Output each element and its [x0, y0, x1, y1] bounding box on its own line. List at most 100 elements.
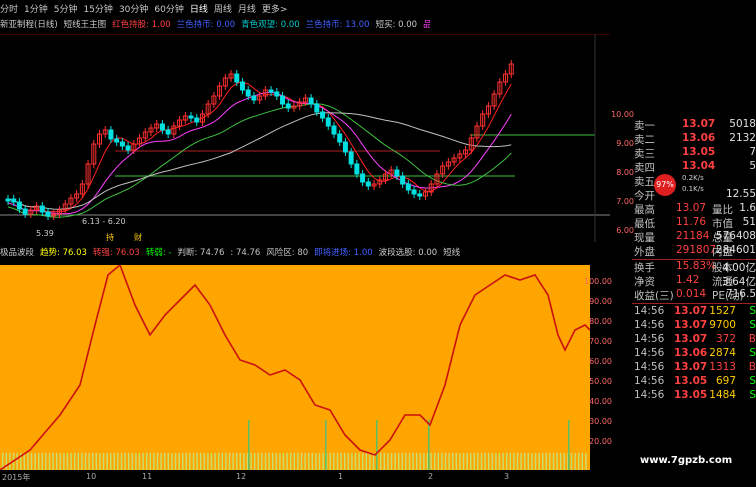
- osc-bar: [200, 453, 202, 470]
- osc-bar: [383, 453, 385, 470]
- candle: [365, 181, 371, 187]
- osc-bar: [387, 453, 389, 470]
- tab-2[interactable]: 5分钟: [54, 5, 78, 15]
- tick-price: 13.05: [674, 375, 708, 387]
- osc-bar: [531, 453, 533, 470]
- tick-time: 14:56: [634, 375, 665, 387]
- candle: [394, 169, 400, 177]
- osc-bar: [52, 453, 54, 470]
- osc-indicator-7: 即将进场: 1.00: [314, 248, 373, 258]
- osc-bar: [5, 453, 7, 470]
- tab-3[interactable]: 15分钟: [83, 5, 112, 15]
- tab-8[interactable]: 月线: [238, 5, 256, 15]
- osc-bar: [9, 453, 11, 470]
- candle: [417, 193, 423, 197]
- osc-bar: [419, 453, 421, 470]
- tick-vol: 1313: [709, 361, 736, 373]
- candle: [119, 141, 125, 147]
- date-tick: 2: [428, 472, 434, 481]
- osc-bar: [192, 453, 195, 470]
- osc-tick: 60.00: [589, 357, 612, 366]
- stat-row: 最低 11.76 市值 51: [632, 216, 756, 230]
- osc-bar: [214, 453, 216, 470]
- stat-value: 11.76: [676, 216, 707, 228]
- osc-bar: [207, 453, 209, 470]
- tab-4[interactable]: 30分钟: [119, 5, 148, 15]
- osc-bar: [228, 453, 231, 470]
- osc-bar: [164, 453, 166, 470]
- osc-indicator-3: 转弱: -: [145, 248, 172, 258]
- osc-bar: [243, 453, 245, 470]
- osc-bar: [210, 453, 213, 470]
- osc-bar: [236, 453, 238, 470]
- stat-value: 15.83%: [676, 260, 717, 272]
- osc-indicator-0: 极品波段: [0, 248, 35, 258]
- tick-row: 14:56 13.05 1484 S: [632, 389, 756, 403]
- tick-side: B: [748, 361, 756, 373]
- signal-bar: [325, 420, 327, 470]
- osc-bar: [333, 453, 335, 470]
- osc-bar: [124, 453, 126, 470]
- osc-bar: [581, 453, 583, 470]
- candle: [360, 173, 366, 183]
- osc-bar: [426, 453, 429, 470]
- candlestick-chart[interactable]: 5.39 6.13 - 6.20 持 财: [0, 34, 610, 242]
- sell-row: 卖一 13.07 5018: [632, 118, 756, 132]
- tick-row: 14:56 13.07 1313 B: [632, 361, 756, 375]
- stat-row: 现量 21184 总量 576408: [632, 230, 756, 244]
- osc-bar: [585, 453, 587, 470]
- period-tabs: 分时 1分钟 5分钟 15分钟 30分钟 60分钟 日线 周线 月线 更多>: [0, 2, 293, 15]
- osc-bar: [354, 453, 357, 470]
- tab-9[interactable]: 更多>: [262, 5, 288, 15]
- signal-bar: [376, 420, 378, 470]
- candle: [16, 201, 22, 210]
- osc-bar: [534, 453, 537, 470]
- osc-bar: [74, 453, 76, 470]
- osc-bar: [491, 453, 493, 470]
- osc-bar: [27, 453, 29, 470]
- osc-tick: 40.00: [589, 397, 612, 406]
- candle: [245, 89, 251, 97]
- osc-bar: [160, 453, 162, 470]
- stat-value-2: 1.6: [739, 202, 756, 214]
- candle: [325, 117, 331, 127]
- stat-value-2: 716.5: [725, 288, 756, 300]
- osc-bar: [275, 453, 277, 470]
- osc-bar: [232, 453, 234, 470]
- osc-bar: [322, 453, 324, 470]
- tab-5[interactable]: 60分钟: [154, 5, 183, 15]
- osc-bar: [473, 453, 475, 470]
- osc-bar: [365, 453, 367, 470]
- tab-1[interactable]: 1分钟: [24, 5, 48, 15]
- osc-bar: [509, 453, 511, 470]
- osc-bar: [362, 453, 364, 470]
- candle: [188, 115, 194, 119]
- osc-bar: [488, 453, 490, 470]
- stat-label: 最低: [634, 218, 655, 230]
- osc-bar: [268, 453, 270, 470]
- tick-side: S: [749, 319, 756, 331]
- tab-0[interactable]: 分时: [0, 5, 18, 15]
- tab-6[interactable]: 日线: [190, 5, 208, 15]
- osc-bar: [84, 453, 87, 470]
- osc-bar: [92, 453, 94, 470]
- osc-bar: [513, 453, 515, 470]
- sell-qty: 2132: [729, 132, 756, 144]
- signal-bar: [248, 420, 250, 470]
- osc-bar: [444, 453, 447, 470]
- osc-bar: [189, 453, 191, 470]
- tick-time: 14:56: [634, 361, 665, 373]
- candle: [348, 151, 354, 165]
- oscillator-panel[interactable]: [0, 265, 590, 470]
- osc-bar: [372, 453, 375, 470]
- tick-time: 14:56: [634, 347, 665, 359]
- osc-bar: [560, 453, 562, 470]
- tick-row: 14:56 13.07 372 B: [632, 333, 756, 347]
- osc-tick: 80.00: [589, 317, 612, 326]
- osc-bar: [452, 453, 454, 470]
- tab-7[interactable]: 周线: [214, 5, 232, 15]
- buy-marker: 持: [106, 232, 114, 242]
- moving-average-line: [7, 103, 512, 218]
- price-axis: 10.00 9.00 8.00 7.00 6.00: [611, 110, 634, 240]
- osc-bar: [106, 453, 108, 470]
